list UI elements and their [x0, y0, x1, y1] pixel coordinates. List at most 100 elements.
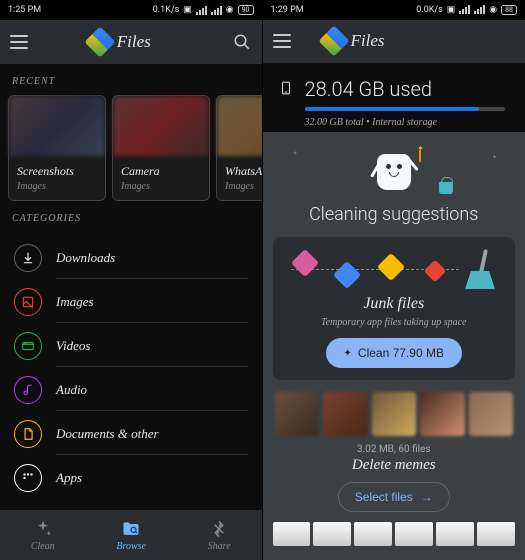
category-downloads[interactable]: Downloads [0, 236, 262, 280]
junk-decoration [285, 249, 504, 291]
browse-content: RECENT Screenshots Images Camera Images [0, 64, 262, 510]
card-title: Screenshots [17, 164, 97, 179]
browse-screen: 1:25 PM 0.1K/s ▣ ◉ 90 Files RECENT Scree… [0, 0, 263, 560]
select-files-button[interactable]: Select files → [338, 482, 450, 512]
share-icon [209, 519, 229, 539]
recent-row[interactable]: Screenshots Images Camera Images WhatsA … [0, 95, 262, 201]
category-label: Documents & other [56, 422, 248, 455]
menu-icon[interactable] [273, 34, 291, 48]
phone-icon [279, 77, 293, 128]
status-bar: 1:25 PM 0.1K/s ▣ ◉ 90 [0, 0, 262, 20]
app-brand: Files [20, 31, 220, 53]
status-time: 1:25 PM [8, 5, 41, 15]
nav-share[interactable]: Share [208, 519, 231, 552]
clean-screen: 1:29 PM 0.0K/s ▣ ◉ 88 Files 28.04 GB use… [263, 0, 525, 560]
thumbnail [354, 522, 392, 546]
nav-browse[interactable]: Browse [116, 519, 146, 552]
bottom-thumbnails [273, 522, 516, 546]
category-label: Downloads [56, 246, 248, 279]
thumbnail [323, 392, 368, 436]
status-icons: 0.0K/s ▣ ◉ 88 [416, 5, 517, 15]
thumbnail [469, 392, 514, 436]
recent-card[interactable]: Camera Images [112, 95, 210, 201]
mascot-icon: ✦ [374, 154, 414, 196]
bottom-nav: Clean Browse Share [0, 510, 262, 560]
categories-label: CATEGORIES [0, 201, 262, 232]
card-title: WhatsA [225, 164, 262, 179]
app-bar: Files [263, 20, 525, 63]
category-label: Apps [56, 466, 248, 498]
files-logo-icon [318, 26, 349, 57]
nav-label: Browse [116, 541, 146, 552]
hd-icon: ▣ [447, 5, 456, 15]
recent-label: RECENT [0, 64, 262, 95]
search-button[interactable] [232, 32, 252, 52]
category-label: Videos [56, 334, 248, 367]
download-icon [14, 244, 42, 272]
app-title: Files [351, 31, 385, 51]
sparkle-icon: ✦ [344, 348, 352, 359]
sparkle-icon [33, 519, 53, 539]
thumbnail [9, 96, 105, 156]
signal-icon [459, 5, 470, 14]
arrow-icon: → [421, 490, 433, 504]
hd-icon: ▣ [183, 5, 192, 15]
app-bar: Files [0, 20, 262, 64]
thumbnail [477, 522, 515, 546]
battery-icon: 88 [501, 5, 517, 15]
meme-title: Delete memes [273, 457, 516, 474]
storage-bar-fill [305, 107, 479, 111]
wifi-icon: ◉ [489, 5, 497, 15]
search-icon [233, 33, 251, 51]
thumbnail [313, 522, 351, 546]
signal-icon-2 [211, 6, 222, 15]
nav-label: Clean [31, 541, 55, 552]
video-icon [14, 332, 42, 360]
status-icons: 0.1K/s ▣ ◉ 90 [153, 5, 254, 15]
file-icon [290, 249, 318, 277]
signal-icon [196, 6, 207, 15]
folder-icon [121, 519, 141, 539]
category-label: Images [56, 290, 248, 323]
broom-icon [465, 249, 497, 291]
file-icon [376, 253, 404, 281]
button-label: Clean 77.90 MB [358, 346, 444, 360]
recent-card[interactable]: Screenshots Images [8, 95, 106, 201]
thumbnail [273, 522, 311, 546]
category-label: Audio [56, 378, 248, 411]
cleaning-title: Cleaning suggestions [273, 202, 516, 237]
bucket-icon [439, 182, 453, 194]
thumbnail [275, 392, 320, 436]
button-label: Select files [355, 490, 413, 504]
category-images[interactable]: Images [0, 280, 262, 324]
recent-card[interactable]: WhatsA Images [216, 95, 262, 201]
junk-files-card: Junk files Temporary app files taking up… [273, 237, 516, 380]
category-audio[interactable]: Audio [0, 368, 262, 412]
battery-icon: 90 [238, 5, 254, 15]
app-brand: Files [323, 30, 516, 52]
clean-button[interactable]: ✦ Clean 77.90 MB [326, 338, 462, 368]
category-videos[interactable]: Videos [0, 324, 262, 368]
storage-total: 32.00 GB total • Internal storage [305, 117, 510, 128]
net-speed: 0.0K/s [416, 5, 443, 15]
categories-list: Downloads Images Videos Audio Documents … [0, 232, 262, 504]
meme-thumbnails [273, 392, 516, 436]
meme-stats: 3.02 MB, 60 files [273, 444, 516, 455]
category-apps[interactable]: Apps [0, 456, 262, 500]
card-subtitle: Images [225, 181, 262, 192]
status-time: 1:29 PM [271, 5, 304, 15]
thumbnail [372, 392, 417, 436]
thumbnail [217, 96, 262, 156]
category-documents[interactable]: Documents & other [0, 412, 262, 456]
nav-label: Share [208, 541, 231, 552]
file-icon [332, 261, 360, 289]
apps-icon [14, 464, 42, 492]
storage-used: 28.04 GB used [305, 77, 510, 101]
card-title: Camera [121, 164, 201, 179]
storage-bar [305, 107, 505, 111]
thumbnail [395, 522, 433, 546]
document-icon [14, 420, 42, 448]
nav-clean[interactable]: Clean [31, 519, 55, 552]
audio-icon [14, 376, 42, 404]
storage-info[interactable]: 28.04 GB used 32.00 GB total • Internal … [263, 63, 525, 138]
